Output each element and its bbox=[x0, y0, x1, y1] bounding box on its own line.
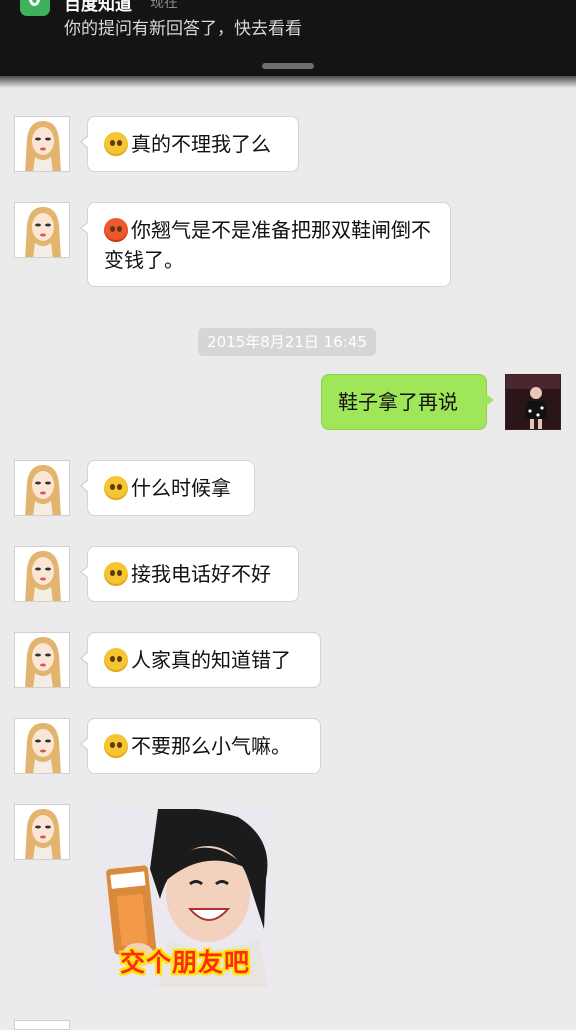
contact-avatar[interactable] bbox=[14, 804, 70, 860]
notification-shadow bbox=[0, 76, 576, 88]
contact-avatar[interactable] bbox=[14, 546, 70, 602]
baidu-zhidao-app-icon bbox=[20, 0, 50, 16]
message-text: 鞋子拿了再说 bbox=[338, 390, 458, 414]
notification-drag-handle[interactable] bbox=[262, 63, 314, 69]
flushed-emoji-icon bbox=[104, 562, 128, 586]
contact-avatar[interactable] bbox=[14, 202, 70, 258]
notification-time: 现在 bbox=[150, 0, 178, 11]
message-text: 真的不理我了么 bbox=[131, 132, 271, 156]
message-text: 接我电话好不好 bbox=[131, 562, 271, 586]
message-text: 人家真的知道错了 bbox=[131, 648, 291, 672]
received-message-bubble[interactable]: 接我电话好不好 bbox=[80, 546, 299, 602]
sticker-image[interactable]: 交个朋友吧 bbox=[98, 809, 272, 987]
flushed-emoji-icon bbox=[104, 132, 128, 156]
angry-emoji-icon bbox=[104, 218, 128, 242]
received-message-bubble[interactable]: 什么时候拿 bbox=[80, 460, 255, 516]
notification-app-name: 百度知道 bbox=[64, 0, 132, 15]
contact-avatar[interactable] bbox=[14, 1020, 70, 1030]
my-avatar[interactable] bbox=[505, 374, 561, 430]
received-message-bubble[interactable]: 不要那么小气嘛。 bbox=[80, 718, 321, 774]
contact-avatar[interactable] bbox=[14, 460, 70, 516]
sent-message-bubble[interactable]: 鞋子拿了再说 bbox=[321, 374, 494, 430]
contact-avatar[interactable] bbox=[14, 632, 70, 688]
received-message-bubble[interactable]: 你翘气是不是准备把那双鞋闸倒不变钱了。 bbox=[80, 202, 451, 287]
sticker-caption: 交个朋友吧 bbox=[119, 948, 250, 977]
shy-emoji-icon bbox=[104, 734, 128, 758]
notification-message: 你的提问有新回答了，快去看看 bbox=[64, 19, 302, 39]
message-text: 你翘气是不是准备把那双鞋闸倒不变钱了。 bbox=[104, 218, 431, 272]
hug-emoji-icon bbox=[104, 648, 128, 672]
received-message-bubble[interactable]: 人家真的知道错了 bbox=[80, 632, 321, 688]
received-message-bubble[interactable]: 真的不理我了么 bbox=[80, 116, 299, 172]
message-text: 不要那么小气嘛。 bbox=[131, 734, 291, 758]
contact-avatar[interactable] bbox=[14, 718, 70, 774]
contact-avatar[interactable] bbox=[14, 116, 70, 172]
notification-banner[interactable]: 百度知道 现在 你的提问有新回答了，快去看看 bbox=[0, 0, 576, 76]
pleading-emoji-icon bbox=[104, 476, 128, 500]
message-text: 什么时候拿 bbox=[131, 476, 231, 500]
chat-timestamp: 2015年8月21日 16:45 bbox=[198, 328, 376, 356]
